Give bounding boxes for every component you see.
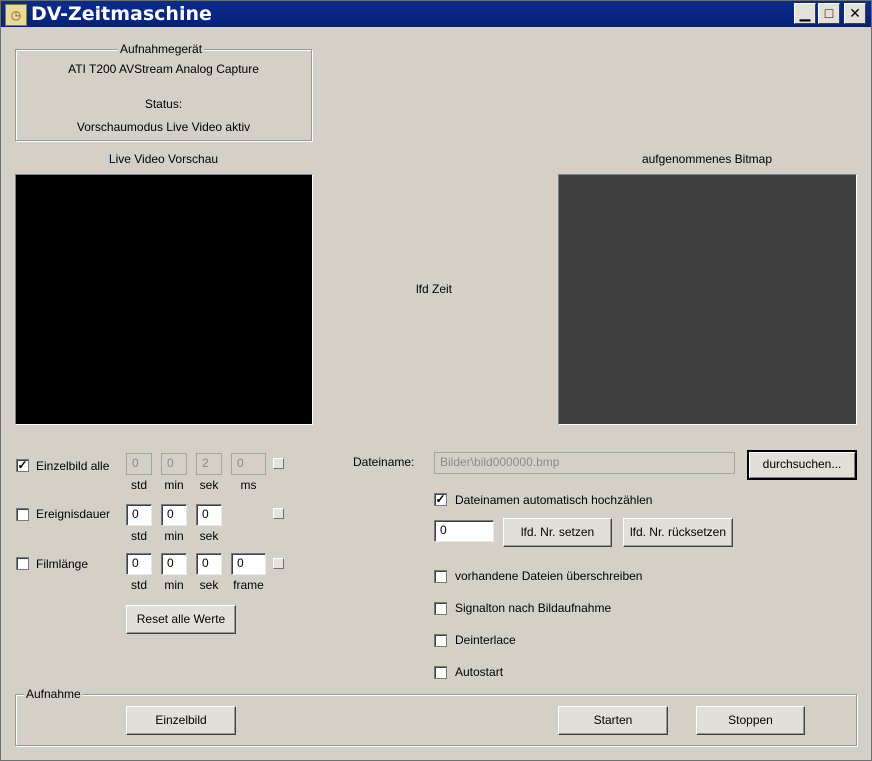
filmlaenge-apply-button[interactable] (273, 558, 284, 569)
auto-increment-checkbox[interactable]: ✓ (434, 493, 447, 506)
live-preview-label: Live Video Vorschau (108, 152, 219, 166)
captured-bitmap-label: aufgenommenes Bitmap (641, 152, 773, 166)
ereignisdauer-std-field[interactable]: 0 (126, 504, 152, 526)
clock-app-icon: ◷ (5, 4, 27, 26)
unit-label: sek (199, 529, 219, 543)
device-groupbox: Aufnahmegerät ATI T200 AVStream Analog C… (15, 42, 312, 141)
filmlaenge-label: Filmlänge (36, 557, 89, 571)
set-number-button[interactable]: lfd. Nr. setzen (503, 518, 612, 547)
signal-tone-label: Signalton nach Bildaufnahme (455, 601, 612, 615)
minimize-icon: ▁ (799, 5, 811, 21)
einzelbild-std-field[interactable]: 0 (126, 453, 152, 475)
deinterlace-label: Deinterlace (455, 633, 516, 647)
live-video-preview (15, 174, 313, 425)
start-button[interactable]: Starten (558, 706, 668, 735)
title-bar[interactable]: ◷ DV-Zeitmaschine ▁ □ ✕ (1, 1, 871, 27)
minimize-button[interactable]: ▁ (794, 3, 816, 24)
status-label: Status: (144, 97, 183, 111)
unit-label: sek (199, 578, 219, 592)
single-capture-button[interactable]: Einzelbild (126, 706, 236, 735)
counter-field[interactable]: 0 (434, 520, 494, 542)
capture-group-title: Aufnahme (24, 687, 83, 701)
ereignisdauer-label: Ereignisdauer (36, 507, 111, 521)
close-icon: ✕ (849, 5, 861, 21)
status-value: Vorschaumodus Live Video aktiv (76, 120, 251, 134)
filmlaenge-frame-field[interactable]: 0 (231, 553, 266, 575)
close-button[interactable]: ✕ (844, 3, 866, 24)
einzelbild-min-field[interactable]: 0 (161, 453, 187, 475)
einzelbild-label: Einzelbild alle (36, 459, 110, 473)
browse-button[interactable]: durchsuchen... (747, 450, 857, 480)
ereignisdauer-checkbox[interactable] (16, 508, 29, 521)
einzelbild-ms-field[interactable]: 0 (231, 453, 266, 475)
overwrite-checkbox[interactable] (434, 570, 447, 583)
device-name: ATI T200 AVStream Analog Capture (68, 62, 259, 76)
reset-number-button[interactable]: lfd. Nr. rücksetzen (623, 518, 733, 547)
ereignisdauer-sek-field[interactable]: 0 (196, 504, 222, 526)
einzelbild-apply-button[interactable] (273, 458, 284, 469)
unit-label: std (130, 578, 147, 592)
unit-label: sek (199, 478, 219, 492)
unit-label: min (164, 478, 184, 492)
unit-label: std (130, 478, 147, 492)
unit-label: std (130, 529, 147, 543)
filename-label: Dateiname: (353, 455, 415, 469)
filmlaenge-checkbox[interactable] (16, 557, 29, 570)
filename-field[interactable]: Bilder\bild000000.bmp (434, 452, 735, 474)
maximize-icon: □ (824, 5, 834, 21)
overwrite-label: vorhandene Dateien überschreiben (455, 569, 643, 583)
filmlaenge-min-field[interactable]: 0 (161, 553, 187, 575)
unit-label: min (164, 529, 184, 543)
autostart-label: Autostart (455, 665, 504, 679)
filmlaenge-sek-field[interactable]: 0 (196, 553, 222, 575)
main-window: ◷ DV-Zeitmaschine ▁ □ ✕ Aufnahmegerät AT… (0, 0, 872, 761)
running-time-label: lfd Zeit (415, 282, 452, 296)
unit-label: frame (233, 578, 264, 592)
unit-label: ms (240, 478, 257, 492)
deinterlace-checkbox[interactable] (434, 634, 447, 647)
ereignisdauer-min-field[interactable]: 0 (161, 504, 187, 526)
ereignisdauer-apply-button[interactable] (273, 508, 284, 519)
checkmark-icon: ✓ (17, 458, 28, 472)
window-title: DV-Zeitmaschine (31, 3, 212, 25)
stop-button[interactable]: Stoppen (696, 706, 805, 735)
einzelbild-checkbox[interactable]: ✓ (16, 459, 29, 472)
reset-all-button[interactable]: Reset alle Werte (126, 605, 236, 634)
device-group-title: Aufnahmegerät (118, 42, 205, 56)
autostart-checkbox[interactable] (434, 666, 447, 679)
filmlaenge-std-field[interactable]: 0 (126, 553, 152, 575)
checkmark-icon: ✓ (435, 492, 446, 506)
auto-increment-label: Dateinamen automatisch hochzählen (455, 493, 653, 507)
maximize-button[interactable]: □ (818, 3, 840, 24)
signal-tone-checkbox[interactable] (434, 602, 447, 615)
unit-label: min (164, 578, 184, 592)
captured-bitmap-view (558, 174, 857, 425)
einzelbild-sek-field[interactable]: 2 (196, 453, 222, 475)
